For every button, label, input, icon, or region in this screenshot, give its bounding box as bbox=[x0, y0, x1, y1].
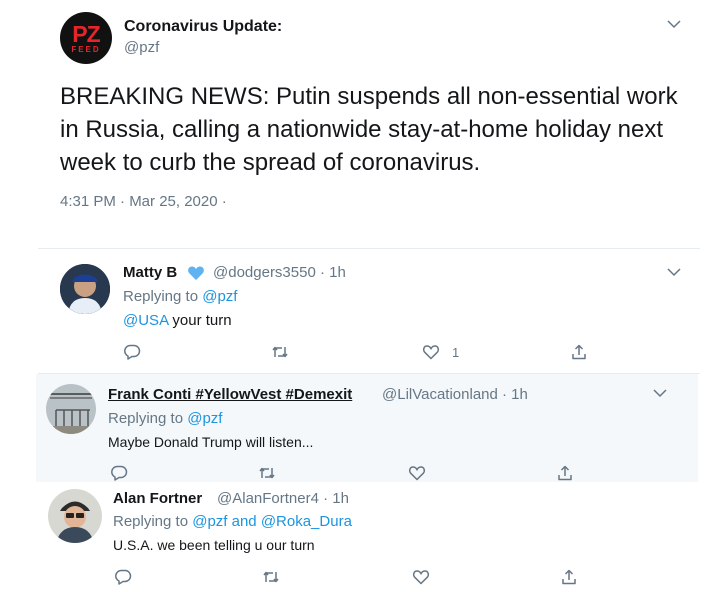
reply-tweet[interactable]: Frank Conti #YellowVest #Demexit @LilVac… bbox=[36, 374, 698, 482]
like-icon[interactable] bbox=[408, 464, 426, 482]
reply-icon[interactable] bbox=[123, 343, 141, 361]
reply-icon[interactable] bbox=[110, 464, 128, 482]
avatar[interactable]: PZ FEED bbox=[60, 12, 112, 64]
avatar-logo-text: PZ bbox=[72, 21, 100, 47]
replying-to: Replying to @pzf and @Roka_Dura bbox=[113, 513, 352, 530]
reply-meta[interactable]: @LilVacationland · 1h bbox=[382, 386, 528, 403]
replying-to-link[interactable]: @pzf bbox=[187, 410, 222, 427]
chevron-down-icon[interactable] bbox=[666, 16, 682, 32]
main-tweet: PZ FEED Coronavirus Update: @pzf BREAKIN… bbox=[0, 0, 707, 245]
mention-link[interactable]: @USA bbox=[123, 312, 168, 329]
tweet-text: BREAKING NEWS: Putin suspends all non-es… bbox=[60, 83, 678, 176]
reply-meta[interactable]: @dodgers3550 · 1h bbox=[213, 264, 346, 281]
reply-tweet[interactable]: Matty B @dodgers3550 · 1h Replying to @p… bbox=[0, 249, 707, 371]
avatar-logo-subtext: FEED bbox=[71, 45, 101, 54]
replying-to-link[interactable]: @pzf bbox=[202, 288, 237, 305]
reply-text: @USA your turn bbox=[123, 312, 232, 329]
tweet-timestamp[interactable]: 4:31 PM · Mar 25, 2020 · bbox=[60, 193, 227, 210]
replying-to: Replying to @pzf bbox=[123, 288, 237, 305]
reply-text-body: your turn bbox=[168, 312, 232, 329]
display-name[interactable]: Coronavirus Update: bbox=[124, 18, 282, 36]
replying-to-link[interactable]: @pzf and @Roka_Dura bbox=[192, 513, 352, 530]
handle[interactable]: @pzf bbox=[124, 39, 159, 56]
reply-icon[interactable] bbox=[114, 568, 132, 586]
replying-to-prefix: Replying to bbox=[108, 410, 184, 427]
retweet-icon[interactable] bbox=[262, 568, 280, 586]
reply-tweet[interactable]: Alan Fortner @AlanFortner4 · 1h Replying… bbox=[36, 482, 650, 592]
reply-text: Maybe Donald Trump will listen... bbox=[108, 434, 314, 450]
like-icon[interactable] bbox=[412, 568, 430, 586]
display-name[interactable]: Alan Fortner bbox=[113, 490, 202, 507]
chevron-down-icon[interactable] bbox=[666, 264, 682, 280]
avatar[interactable] bbox=[48, 489, 102, 543]
replying-to-prefix: Replying to bbox=[123, 288, 199, 305]
retweet-icon[interactable] bbox=[258, 464, 276, 482]
blue-heart-icon bbox=[188, 266, 204, 280]
reply-meta[interactable]: @AlanFortner4 · 1h bbox=[217, 490, 349, 507]
like-count: 1 bbox=[452, 345, 460, 360]
replying-to-prefix: Replying to bbox=[113, 513, 189, 530]
reply-text: U.S.A. we been telling u our turn bbox=[113, 537, 315, 553]
replying-to: Replying to @pzf bbox=[108, 410, 222, 427]
avatar[interactable] bbox=[46, 384, 96, 434]
like-icon[interactable] bbox=[422, 343, 440, 361]
share-icon[interactable] bbox=[560, 568, 578, 586]
retweet-icon[interactable] bbox=[271, 343, 289, 361]
avatar[interactable] bbox=[60, 264, 110, 314]
display-name[interactable]: Matty B bbox=[123, 264, 177, 281]
share-icon[interactable] bbox=[570, 343, 588, 361]
display-name[interactable]: Frank Conti #YellowVest #Demexit bbox=[108, 386, 352, 403]
chevron-down-icon[interactable] bbox=[652, 385, 668, 401]
share-icon[interactable] bbox=[556, 464, 574, 482]
